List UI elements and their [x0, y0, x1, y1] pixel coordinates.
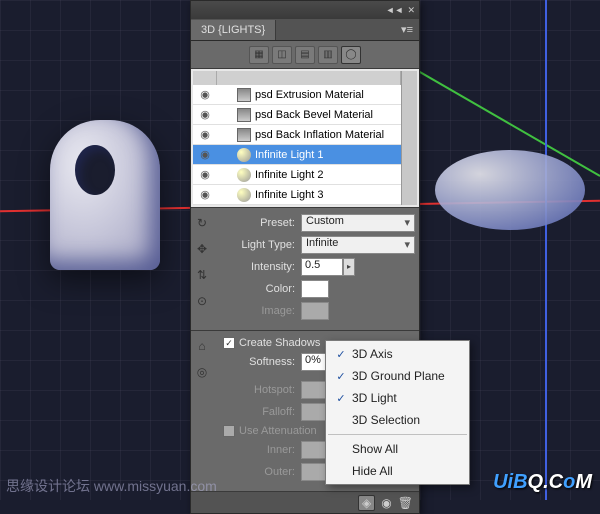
light-icon [237, 148, 251, 162]
visibility-eye-icon[interactable]: ◉ [193, 148, 217, 161]
preset-field: Preset: Custom [223, 214, 415, 232]
tool-pan-icon[interactable]: ✥ [191, 238, 213, 260]
tool-point-icon[interactable]: ⊙ [191, 290, 213, 312]
layer-name: Infinite Light 3 [255, 189, 324, 201]
filter-mesh-icon[interactable]: ◫ [272, 46, 292, 64]
color-swatch[interactable] [301, 280, 329, 298]
visibility-eye-icon[interactable]: ◉ [193, 168, 217, 181]
layer-name: psd Extrusion Material [255, 89, 364, 101]
inner-label: Inner: [223, 444, 295, 456]
tool-column: ↻ ✥ ⇅ ⊙ [191, 208, 217, 312]
popup-item-label: 3D Ground Plane [352, 369, 445, 383]
color-label: Color: [223, 283, 295, 295]
intensity-field: Intensity: 0.5 ▸ [223, 258, 415, 276]
material-icon [237, 88, 251, 102]
lighttype-label: Light Type: [223, 239, 295, 251]
tool-target-icon[interactable]: ◎ [191, 361, 213, 383]
preset-label: Preset: [223, 217, 295, 229]
image-field: Image: [223, 302, 415, 320]
layer-row[interactable]: ◉ psd Back Inflation Material [193, 125, 401, 145]
filter-materials-icon[interactable]: ▤ [295, 46, 315, 64]
new-light-icon[interactable]: ◉ [381, 496, 391, 510]
softness-label: Softness: [223, 356, 295, 368]
material-icon [237, 128, 251, 142]
3d-object-blob[interactable] [435, 150, 585, 230]
layer-row[interactable]: ◉ psd Back Bevel Material [193, 105, 401, 125]
panel-footer: ◈ ◉ 🗑 [191, 491, 419, 513]
check-icon: ✓ [330, 370, 352, 383]
popup-show-all[interactable]: Show All [326, 438, 469, 460]
tab-row: 3D {LIGHTS} ▾≡ [191, 19, 419, 41]
color-field: Color: [223, 280, 415, 298]
layer-row[interactable]: ◉ Infinite Light 3 [193, 185, 401, 205]
attenuation-label: Use Attenuation [239, 425, 317, 437]
image-label: Image: [223, 305, 295, 317]
toggle-overlay-icon[interactable]: ◈ [358, 495, 375, 511]
layer-name: psd Back Inflation Material [255, 129, 384, 141]
layer-name: Infinite Light 2 [255, 169, 324, 181]
popup-item[interactable]: ✓3D Light [326, 387, 469, 409]
intensity-input[interactable]: 0.5 [301, 258, 343, 276]
popup-item-label: 3D Selection [352, 413, 420, 427]
filter-scene-icon[interactable]: ▦ [249, 46, 269, 64]
layer-row[interactable]: ◉ Infinite Light 1 [193, 145, 401, 165]
popup-item-label: 3D Axis [352, 347, 393, 361]
outer-label: Outer: [223, 466, 295, 478]
visibility-eye-icon[interactable]: ◉ [193, 88, 217, 101]
tool-rotate-icon[interactable]: ↻ [191, 212, 213, 234]
light-properties-upper: ↻ ✥ ⇅ ⊙ Preset: Custom Light Type: Infin… [191, 207, 419, 330]
preset-select[interactable]: Custom [301, 214, 415, 232]
popup-separator [328, 434, 467, 435]
attenuation-checkbox [223, 425, 235, 437]
falloff-label: Falloff: [223, 406, 295, 418]
list-header [193, 71, 401, 85]
tool-home-icon[interactable]: ⌂ [191, 335, 213, 357]
popup-hide-all[interactable]: Hide All [326, 460, 469, 482]
scrollbar[interactable] [401, 71, 417, 205]
collapse-icon[interactable]: ◄◄ [386, 5, 404, 15]
tab-3d-lights[interactable]: 3D {LIGHTS} [191, 20, 276, 40]
light-icon [237, 188, 251, 202]
hotspot-label: Hotspot: [223, 384, 295, 396]
layer-row[interactable]: ◉ psd Extrusion Material [193, 85, 401, 105]
3d-object-letter-p[interactable] [50, 120, 160, 270]
popup-item-label: 3D Light [352, 391, 397, 405]
overlay-popup: ✓3D Axis✓3D Ground Plane✓3D Light3D Sele… [325, 340, 470, 485]
panel-menu-icon[interactable]: ▾≡ [395, 23, 419, 36]
tool-column-2: ⌂ ◎ [191, 331, 217, 383]
layer-name: Infinite Light 1 [255, 149, 324, 161]
shadows-label: Create Shadows [239, 337, 320, 349]
filter-bar: ▦ ◫ ▤ ▥ ◯ [191, 41, 419, 69]
intensity-label: Intensity: [223, 261, 295, 273]
visibility-eye-icon[interactable]: ◉ [193, 188, 217, 201]
popup-item[interactable]: ✓3D Axis [326, 343, 469, 365]
delete-icon[interactable]: 🗑 [398, 496, 413, 510]
light-icon [237, 168, 251, 182]
material-icon [237, 108, 251, 122]
logo: UiBQ.CoM [493, 471, 592, 494]
lighttype-field: Light Type: Infinite [223, 236, 415, 254]
lighttype-select[interactable]: Infinite [301, 236, 415, 254]
shadows-checkbox[interactable]: ✓ [223, 337, 235, 349]
popup-item[interactable]: ✓3D Ground Plane [326, 365, 469, 387]
z-axis [545, 0, 547, 500]
filter-lights-icon[interactable]: ▥ [318, 46, 338, 64]
popup-item[interactable]: 3D Selection [326, 409, 469, 431]
watermark-text: 思缘设计论坛 www.missyuan.com [6, 476, 217, 496]
intensity-slider-icon[interactable]: ▸ [343, 258, 355, 276]
layer-list: ◉ psd Extrusion Material ◉ psd Back Bevel M… [191, 69, 419, 207]
tool-slide-icon[interactable]: ⇅ [191, 264, 213, 286]
check-icon: ✓ [330, 392, 352, 405]
image-swatch [301, 302, 329, 320]
panel-header: ◄◄ ✕ [191, 1, 419, 19]
popup-hide-all-label: Hide All [352, 464, 393, 478]
popup-show-all-label: Show All [352, 442, 398, 456]
layer-name: psd Back Bevel Material [255, 109, 373, 121]
layer-row[interactable]: ◉ Infinite Light 2 [193, 165, 401, 185]
check-icon: ✓ [330, 348, 352, 361]
visibility-eye-icon[interactable]: ◉ [193, 108, 217, 121]
filter-bulb-icon[interactable]: ◯ [341, 46, 361, 64]
close-icon[interactable]: ✕ [407, 5, 415, 16]
visibility-eye-icon[interactable]: ◉ [193, 128, 217, 141]
